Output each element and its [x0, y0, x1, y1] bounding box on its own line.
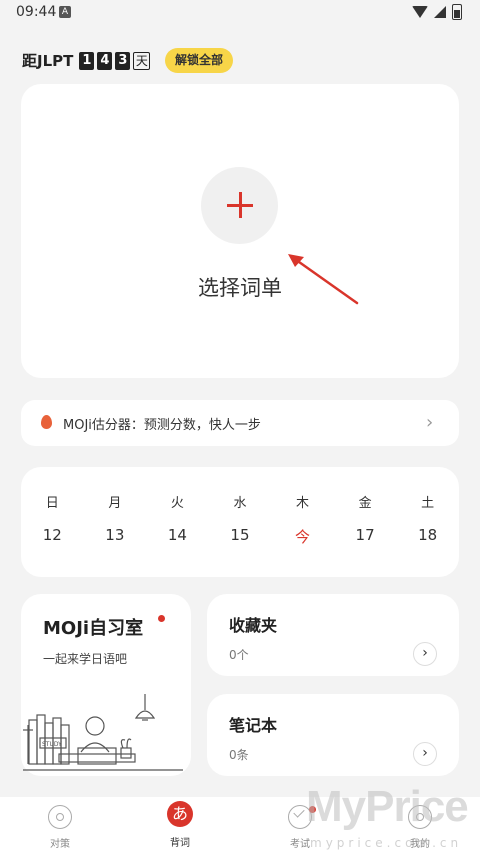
- nav-label: 背词: [170, 838, 190, 849]
- countdown-digit: 3: [115, 51, 131, 70]
- weekday-label: 日: [45, 496, 59, 511]
- watermark: MyPrice: [306, 782, 469, 831]
- nav-item-vocab[interactable]: あ 背词: [140, 797, 220, 853]
- battery-icon: [452, 4, 462, 20]
- target-icon: [48, 805, 72, 829]
- chevron-right-icon[interactable]: ›: [413, 642, 437, 666]
- jlpt-countdown: 距JLPT 1 4 3 天: [22, 50, 151, 71]
- flame-icon: [41, 415, 52, 429]
- calendar-date[interactable]: 14: [157, 526, 197, 547]
- calendar-date[interactable]: 18: [408, 526, 448, 547]
- notebook-title: 笔记本: [229, 716, 278, 735]
- countdown-digit: 1: [79, 51, 95, 70]
- banner-text: MOJi估分器：预测分数，快人一步: [63, 418, 261, 433]
- week-calendar: [21, 467, 459, 577]
- weekday-label: 金: [358, 496, 372, 511]
- weekday-label: 土: [421, 496, 435, 511]
- nav-label: 对策: [50, 839, 70, 850]
- calendar-date[interactable]: 13: [95, 526, 135, 547]
- watermark-url: myprice.com.cn: [310, 836, 463, 850]
- weekday-label: 火: [170, 496, 184, 511]
- countdown-digit: 4: [97, 51, 113, 70]
- status-icons: [412, 4, 462, 20]
- favorites-title: 收藏夹: [229, 616, 278, 635]
- notification-icon: A: [59, 6, 71, 18]
- calendar-date-today[interactable]: 今: [283, 526, 323, 547]
- weekday-row: 日 月 火 水 木 金 土: [21, 492, 459, 511]
- favorites-count: 0个: [229, 648, 249, 662]
- countdown-label: 距JLPT: [22, 52, 74, 70]
- countdown-unit: 天: [133, 51, 151, 70]
- date-row: 12 13 14 15 今 17 18: [21, 526, 459, 547]
- status-bar: 09:44 A: [0, 0, 480, 26]
- study-room-subtitle: 一起来学日语吧: [43, 652, 128, 666]
- kana-a-icon: あ: [167, 801, 193, 827]
- signal-icon: [434, 6, 446, 18]
- notebook-count: 0条: [229, 748, 249, 762]
- arrow-annotation-icon: [288, 254, 359, 305]
- notification-dot: [158, 615, 165, 622]
- study-room-title: MOJi自习室: [43, 618, 144, 639]
- weekday-label: 木: [296, 496, 310, 511]
- weekday-label: 月: [108, 496, 122, 511]
- status-time: 09:44: [16, 4, 57, 20]
- calendar-date[interactable]: 15: [220, 526, 260, 547]
- add-wordlist-button[interactable]: [201, 167, 278, 244]
- study-room-illustration: STUDY: [23, 694, 183, 771]
- chevron-right-icon[interactable]: ›: [413, 742, 437, 766]
- wifi-icon: [412, 6, 428, 18]
- calendar-date[interactable]: 12: [32, 526, 72, 547]
- calendar-date[interactable]: 17: [345, 526, 385, 547]
- nav-item-strategy[interactable]: 对策: [20, 797, 100, 853]
- chevron-right-icon: ›: [426, 412, 434, 433]
- weekday-label: 水: [233, 496, 247, 511]
- study-sign: STUDY: [42, 741, 62, 748]
- unlock-all-button[interactable]: 解锁全部: [165, 48, 233, 73]
